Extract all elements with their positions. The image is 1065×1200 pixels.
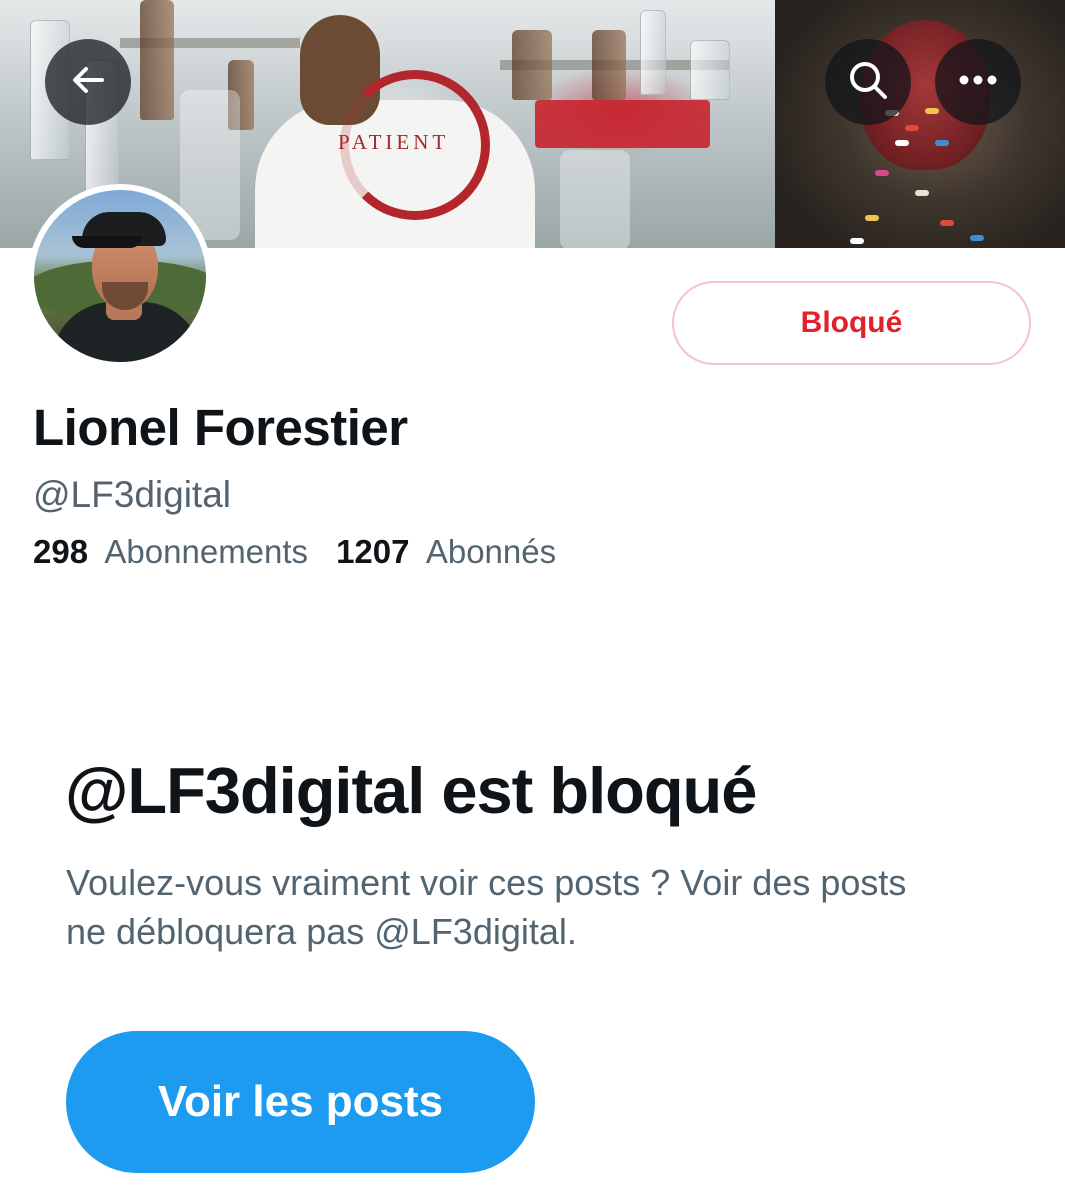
profile-page: PATIENT Bloqué Lionel Forestier @LF3digi… [0, 0, 1065, 1200]
followers-count: 1207 [336, 533, 410, 570]
blocked-notice-description: Voulez-vous vraiment voir ces posts ? Vo… [66, 862, 907, 952]
blocked-notice-title: @LF3digital est bloqué [65, 754, 757, 827]
more-horizontal-icon [956, 73, 1000, 91]
banner-monkey-photo [775, 0, 1065, 248]
profile-stats: 298 Abonnements 1207 Abonnés [33, 533, 584, 571]
following-count: 298 [33, 533, 89, 570]
profile-avatar[interactable] [28, 184, 212, 368]
followers-label: Abonnés [425, 533, 557, 570]
avatar-photo [34, 190, 206, 362]
back-button[interactable] [45, 39, 131, 125]
following-label: Abonnements [104, 533, 309, 570]
profile-name: Lionel Forestier [33, 399, 408, 456]
more-options-button[interactable] [935, 39, 1021, 125]
view-posts-button[interactable]: Voir les posts [66, 1031, 535, 1173]
followers-link[interactable]: 1207 Abonnés [336, 533, 556, 571]
search-button[interactable] [825, 39, 911, 125]
following-link[interactable]: 298 Abonnements [33, 533, 308, 571]
profile-handle: @LF3digital [33, 474, 231, 515]
blocked-button[interactable]: Bloqué [672, 281, 1031, 365]
patient-logo-text: PATIENT [338, 130, 450, 154]
arrow-left-icon [68, 60, 108, 105]
search-icon [846, 58, 890, 107]
